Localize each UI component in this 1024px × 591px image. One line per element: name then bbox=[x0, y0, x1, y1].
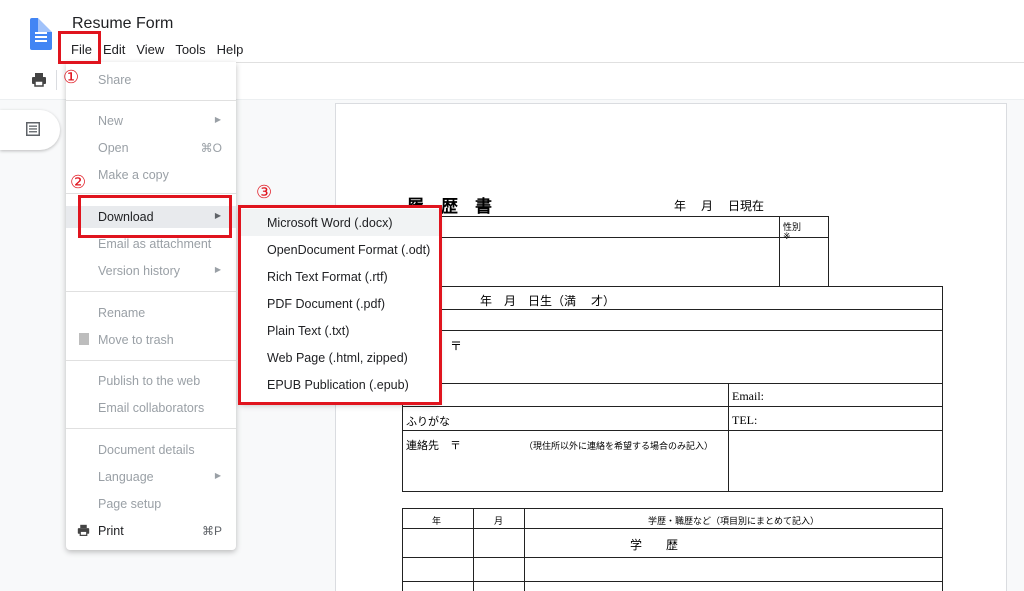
print-icon[interactable] bbox=[31, 72, 47, 88]
menu-item-share[interactable]: Share bbox=[66, 69, 236, 91]
email-label: Email: bbox=[732, 389, 764, 403]
menu-item-make-a-copy[interactable]: Make a copy bbox=[66, 164, 236, 186]
tel-label: TEL: bbox=[732, 413, 758, 427]
annotation-step-2: ② bbox=[70, 172, 87, 193]
menu-item-label: Move to trash bbox=[98, 333, 174, 347]
menu-item-label: Make a copy bbox=[98, 168, 169, 182]
menu-item-version-history[interactable]: Version history ▶ bbox=[66, 260, 236, 282]
menu-item-label: New bbox=[98, 114, 124, 128]
menu-item-label: Rename bbox=[98, 306, 146, 320]
gender-mark: ※ bbox=[783, 231, 791, 241]
shortcut-label: ⌘O bbox=[200, 141, 222, 155]
menu-item-label: Email as attachment bbox=[98, 237, 212, 251]
menu-separator bbox=[66, 428, 236, 429]
menu-separator bbox=[66, 100, 236, 101]
menu-item-label: Document details bbox=[98, 443, 195, 457]
annotation-step-1: ① bbox=[63, 67, 80, 88]
furigana-label: ふりがな bbox=[406, 416, 450, 428]
toolbar-separator bbox=[56, 70, 57, 90]
menu-separator bbox=[66, 360, 236, 361]
submenu-arrow-icon: ▶ bbox=[214, 115, 221, 124]
birth-date-label: 年 月 日生（満 才） bbox=[480, 294, 616, 308]
contact-note: （現住所以外に連絡を希望する場合のみ記入） bbox=[524, 441, 714, 451]
menu-view[interactable]: View bbox=[131, 41, 170, 58]
menu-help[interactable]: Help bbox=[212, 41, 250, 58]
menu-item-label: Print bbox=[98, 524, 124, 538]
resume-date-now: 年 月 日現在 bbox=[674, 199, 765, 213]
menu-item-print[interactable]: Print ⌘P bbox=[66, 520, 236, 542]
history-month-header: 月 bbox=[494, 516, 504, 526]
menu-tools[interactable]: Tools bbox=[170, 41, 211, 58]
file-menu-dropdown: Share New ▶ Open ⌘O Make a copy Download… bbox=[66, 62, 236, 550]
docs-logo-icon[interactable] bbox=[30, 18, 52, 50]
menu-item-document-details[interactable]: Document details bbox=[66, 439, 236, 461]
menu-item-label: Open bbox=[98, 141, 129, 155]
submenu-arrow-icon: ▶ bbox=[214, 471, 221, 480]
menu-item-rename[interactable]: Rename bbox=[66, 302, 236, 324]
document-outline-button[interactable] bbox=[0, 110, 60, 150]
menu-item-email-collaborators[interactable]: Email collaborators bbox=[66, 397, 236, 419]
menu-item-label: Language bbox=[98, 470, 154, 484]
history-year-header: 年 bbox=[432, 516, 442, 526]
outline-icon bbox=[26, 122, 40, 136]
education-label: 学 歴 bbox=[630, 538, 679, 552]
menu-separator bbox=[66, 193, 236, 194]
menu-item-move-to-trash[interactable]: Move to trash bbox=[66, 329, 236, 351]
contact-label: 連絡先 〒 bbox=[406, 440, 461, 452]
history-desc-header: 学歴・職歴など（項目別にまとめて記入） bbox=[648, 516, 820, 526]
shortcut-label: ⌘P bbox=[201, 524, 222, 538]
menu-item-label: Publish to the web bbox=[98, 374, 201, 388]
menu-item-label: Email collaborators bbox=[98, 401, 205, 415]
menu-item-label: Share bbox=[98, 73, 132, 87]
annotation-box-download bbox=[78, 195, 232, 238]
menu-item-open[interactable]: Open ⌘O bbox=[66, 137, 236, 159]
submenu-arrow-icon: ▶ bbox=[214, 265, 221, 274]
menu-edit[interactable]: Edit bbox=[98, 41, 131, 58]
menu-item-label: Version history bbox=[98, 264, 180, 278]
menu-item-publish-to-the-web[interactable]: Publish to the web bbox=[66, 370, 236, 392]
trash-icon bbox=[79, 333, 89, 345]
menu-item-page-setup[interactable]: Page setup bbox=[66, 493, 236, 515]
print-icon bbox=[77, 524, 90, 536]
annotation-box-download-submenu bbox=[238, 205, 442, 405]
menu-separator bbox=[66, 291, 236, 292]
annotation-step-3: ③ bbox=[256, 182, 273, 203]
menu-item-language[interactable]: Language ▶ bbox=[66, 466, 236, 488]
annotation-box-file-menu bbox=[58, 31, 101, 64]
menu-item-label: Page setup bbox=[98, 497, 162, 511]
postal-mark: 〒 bbox=[450, 339, 463, 353]
menu-item-new[interactable]: New ▶ bbox=[66, 110, 236, 132]
